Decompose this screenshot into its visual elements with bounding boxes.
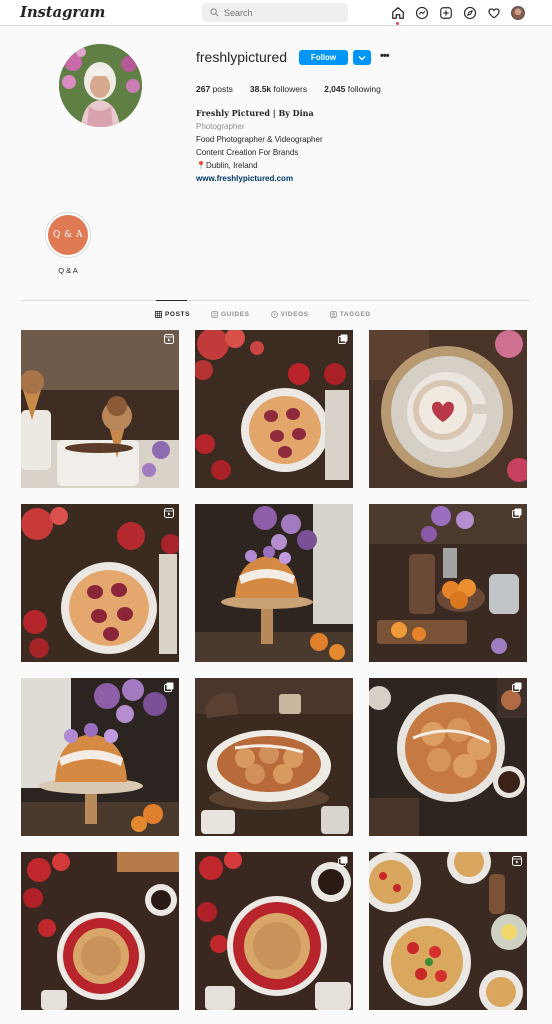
- story-highlight[interactable]: Q & A Q & A: [45, 212, 91, 275]
- post-thumbnail[interactable]: [21, 330, 179, 488]
- post-thumbnail[interactable]: [21, 504, 179, 662]
- tagged-icon: [330, 311, 337, 318]
- profile-avatar[interactable]: [510, 5, 525, 20]
- profile-picture[interactable]: [59, 44, 142, 127]
- tab-tagged[interactable]: TAGGED: [330, 311, 371, 318]
- messenger-icon[interactable]: [414, 5, 429, 20]
- tab-videos[interactable]: VIDEOS: [270, 311, 309, 318]
- bio-full-name: Freshly Pictured | By Dina: [196, 108, 314, 118]
- guides-icon: [211, 311, 218, 318]
- active-tab-indicator: [156, 300, 187, 301]
- post-thumbnail[interactable]: [195, 852, 353, 1010]
- post-thumbnail[interactable]: [195, 504, 353, 662]
- carousel-icon: [512, 682, 522, 692]
- posts-stat: 267 posts: [196, 84, 233, 94]
- tab-posts[interactable]: POSTS: [155, 311, 190, 318]
- activity-heart-icon[interactable]: [486, 5, 501, 20]
- search-bar[interactable]: [202, 3, 348, 22]
- search-icon: [210, 8, 219, 17]
- bio-line: Food Photographer & Videographer: [196, 135, 323, 144]
- post-thumbnail[interactable]: [369, 330, 527, 488]
- highlight-cover: Q & A: [48, 215, 88, 255]
- reel-icon: [512, 856, 522, 866]
- post-thumbnail[interactable]: [369, 678, 527, 836]
- tab-tagged-label: TAGGED: [339, 311, 371, 318]
- post-thumbnail[interactable]: [195, 678, 353, 836]
- nav-icon-bar: [390, 5, 525, 25]
- post-thumbnail[interactable]: [369, 504, 527, 662]
- search-input[interactable]: [224, 7, 334, 18]
- post-thumbnail[interactable]: [195, 330, 353, 488]
- following-label: following: [347, 84, 381, 94]
- carousel-icon: [512, 508, 522, 518]
- carousel-icon: [338, 334, 348, 344]
- reel-icon: [164, 508, 174, 518]
- profile-bio: Freshly Pictured | By Dina Photographer …: [196, 107, 323, 185]
- following-count: 2,045: [324, 84, 346, 94]
- followers-stat[interactable]: 38.5k followers: [250, 84, 307, 94]
- highlight-cover-ring: Q & A: [45, 212, 91, 258]
- bio-category: Photographer: [196, 122, 245, 131]
- tab-guides-label: GUIDES: [221, 311, 250, 318]
- explore-icon[interactable]: [462, 5, 477, 20]
- followers-label: followers: [273, 84, 308, 94]
- following-stat[interactable]: 2,045 following: [324, 84, 381, 94]
- tab-videos-label: VIDEOS: [280, 311, 309, 318]
- followers-count: 38.5k: [249, 84, 272, 94]
- tab-guides[interactable]: GUIDES: [211, 311, 250, 318]
- notification-dot: [396, 22, 399, 25]
- highlight-label: Q & A: [58, 266, 78, 275]
- chevron-down-icon: [358, 55, 366, 60]
- more-options-icon[interactable]: •••: [380, 50, 394, 65]
- tab-posts-label: POSTS: [165, 311, 191, 318]
- bio-line: Content Creation For Brands: [196, 148, 299, 157]
- carousel-icon: [338, 856, 348, 866]
- post-thumbnail[interactable]: [21, 678, 179, 836]
- video-icon: [270, 311, 278, 318]
- profile-username: freshlypictured: [196, 49, 288, 65]
- posts-count: 267: [196, 84, 211, 94]
- follow-button[interactable]: Follow: [299, 50, 348, 65]
- profile-tabs: POSTS GUIDES VIDEOS TAGGED: [155, 311, 371, 318]
- bio-website-link[interactable]: www.freshlypictured.com: [196, 172, 323, 185]
- home-icon[interactable]: [390, 5, 405, 25]
- posts-label: posts: [212, 84, 233, 94]
- tabs-divider: [21, 300, 529, 301]
- post-thumbnail[interactable]: [21, 852, 179, 1010]
- instagram-logo[interactable]: Instagram: [20, 3, 105, 21]
- suggested-dropdown-button[interactable]: [353, 50, 371, 65]
- posts-grid: [21, 330, 528, 1010]
- top-navigation: Instagram: [0, 0, 552, 26]
- profile-stats: 267 posts 38.5k followers 2,045 followin…: [196, 84, 398, 94]
- reel-icon: [164, 334, 174, 344]
- new-post-icon[interactable]: [438, 5, 453, 20]
- bio-location: 📍Dublin, Ireland: [196, 161, 258, 170]
- grid-icon: [155, 311, 162, 318]
- post-thumbnail[interactable]: [369, 852, 527, 1010]
- carousel-icon: [164, 682, 174, 692]
